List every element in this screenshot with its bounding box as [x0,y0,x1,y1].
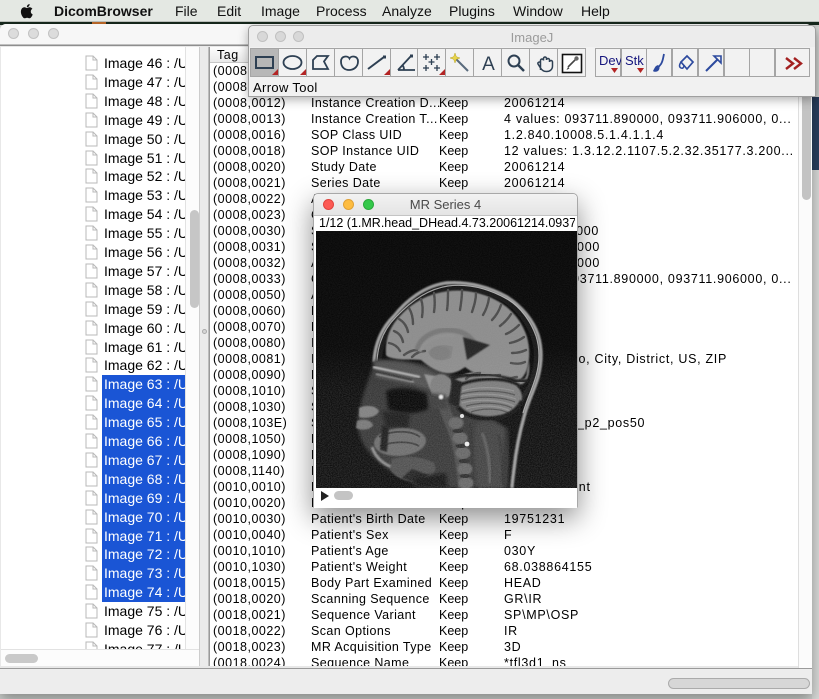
svg-text:Stk: Stk [625,53,644,68]
svg-text:Dev: Dev [599,53,622,68]
svg-text:A: A [482,54,495,75]
